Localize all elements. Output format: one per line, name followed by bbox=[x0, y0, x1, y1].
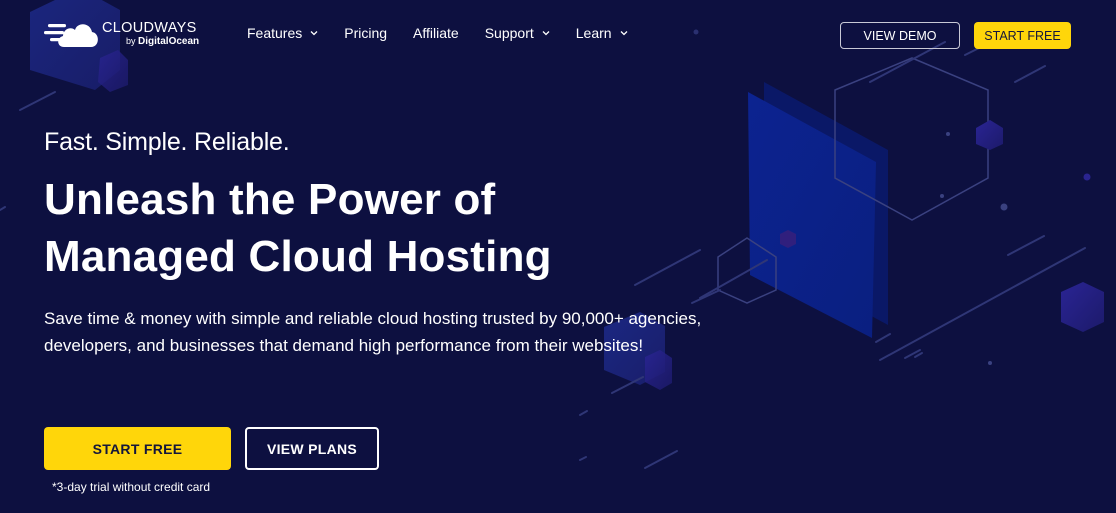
start-free-header-button[interactable]: START FREE bbox=[974, 22, 1071, 49]
hero-cta-row: START FREE VIEW PLANS bbox=[44, 427, 379, 470]
bg-hex-solid-1 bbox=[976, 120, 1003, 150]
site-header: CLOUDWAYS by DigitalOcean Features Prici… bbox=[0, 0, 1116, 70]
chevron-down-icon bbox=[310, 31, 318, 36]
trial-note: *3-day trial without credit card bbox=[52, 480, 211, 494]
bg-dot bbox=[1000, 203, 1008, 211]
hero-section: Fast. Simple. Reliable. Unleash the Powe… bbox=[44, 126, 724, 359]
hero-tagline: Fast. Simple. Reliable. bbox=[44, 128, 290, 156]
bg-hex-solid-2 bbox=[1061, 282, 1104, 332]
start-free-button[interactable]: START FREE bbox=[44, 427, 231, 470]
bg-dot bbox=[940, 194, 944, 198]
nav-item-learn[interactable]: Learn bbox=[576, 25, 628, 41]
nav-item-support[interactable]: Support bbox=[485, 25, 550, 41]
landing-page: CLOUDWAYS by DigitalOcean Features Prici… bbox=[0, 0, 1116, 513]
nav-label: Support bbox=[484, 25, 534, 41]
bg-dot bbox=[1083, 173, 1091, 181]
nav-label: Features bbox=[247, 25, 303, 41]
brand-name: CLOUDWAYS bbox=[102, 20, 197, 36]
nav-item-affiliate[interactable]: Affiliate bbox=[413, 25, 459, 41]
brand-parent: by DigitalOcean bbox=[126, 36, 199, 47]
hero-description: Save time & money with simple and reliab… bbox=[44, 309, 702, 355]
nav-label: Learn bbox=[575, 25, 612, 41]
bg-panel-front bbox=[748, 92, 876, 338]
chevron-down-icon bbox=[542, 31, 550, 36]
brand-parent-name: DigitalOcean bbox=[138, 36, 200, 47]
nav-item-features[interactable]: Features bbox=[247, 25, 318, 41]
cloud-speed-icon bbox=[44, 24, 98, 47]
main-nav: Features Pricing Affiliate Support Learn bbox=[247, 25, 654, 41]
view-plans-button[interactable]: VIEW PLANS bbox=[245, 427, 379, 470]
hero-title-line-2: Managed Cloud Hosting bbox=[44, 232, 552, 281]
view-demo-button[interactable]: VIEW DEMO bbox=[840, 22, 960, 49]
brand-logo[interactable]: CLOUDWAYS by DigitalOcean bbox=[44, 18, 199, 50]
bg-dot bbox=[946, 132, 950, 136]
nav-label: Affiliate bbox=[413, 25, 459, 41]
chevron-down-icon bbox=[620, 31, 628, 36]
brand-by: by bbox=[126, 36, 136, 46]
hero-title-line-1: Unleash the Power of bbox=[44, 175, 496, 224]
hero-title: Unleash the Power of Managed Cloud Hosti… bbox=[44, 171, 724, 285]
nav-label: Pricing bbox=[344, 25, 388, 41]
nav-item-pricing[interactable]: Pricing bbox=[344, 25, 387, 41]
bg-dot bbox=[988, 361, 992, 365]
